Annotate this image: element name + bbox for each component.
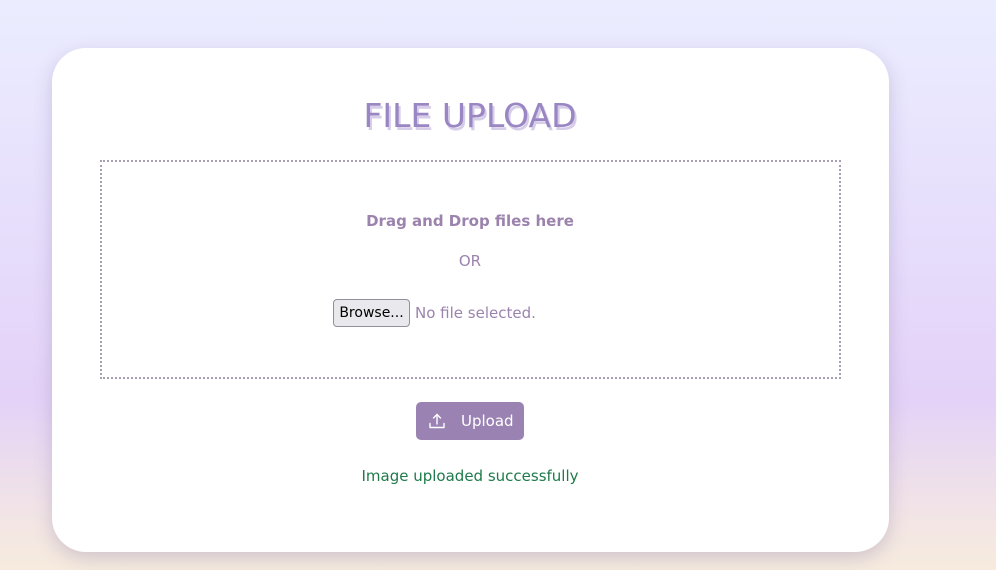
or-separator: OR [458, 252, 482, 270]
browse-button[interactable]: Browse... [333, 299, 410, 327]
upload-button[interactable]: Upload [416, 402, 524, 440]
file-status-text: No file selected. [415, 304, 536, 322]
status-message: Image uploaded successfully [361, 467, 579, 485]
drag-drop-label: Drag and Drop files here [366, 212, 574, 230]
page-title: FILE UPLOAD [363, 96, 577, 135]
upload-icon [428, 412, 446, 430]
upload-button-label: Upload [461, 412, 514, 430]
